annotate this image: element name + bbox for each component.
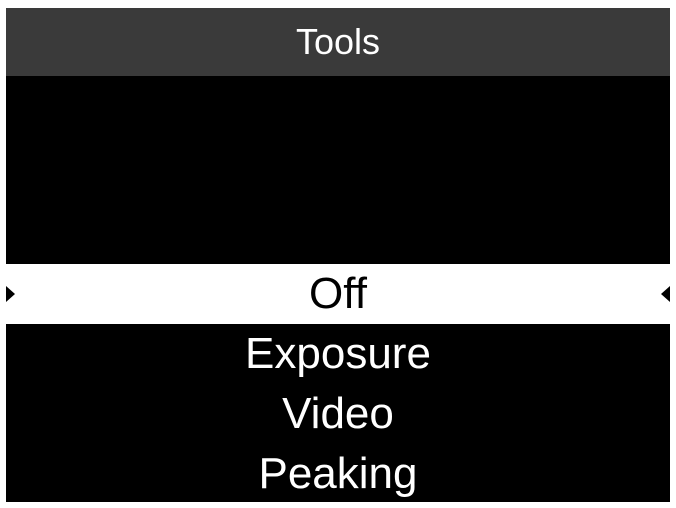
camera-menu-screen: Tools Off Exposure Video Peaking — [6, 8, 670, 502]
menu-item-label: Off — [309, 269, 367, 318]
menu-item-video[interactable]: Video — [6, 384, 670, 444]
selection-right-arrow-icon — [661, 286, 670, 302]
menu-item-exposure[interactable]: Exposure — [6, 324, 670, 384]
menu-item-off[interactable]: Off — [6, 264, 670, 324]
title-bar: Tools — [6, 8, 670, 76]
menu-title: Tools — [295, 21, 381, 62]
tools-menu-list: Off Exposure Video Peaking — [6, 264, 670, 502]
menu-item-label: Exposure — [245, 329, 431, 378]
menu-item-peaking[interactable]: Peaking — [6, 444, 670, 502]
selection-left-arrow-icon — [6, 286, 15, 302]
menu-item-label: Video — [282, 389, 394, 438]
menu-item-label: Peaking — [258, 449, 418, 498]
